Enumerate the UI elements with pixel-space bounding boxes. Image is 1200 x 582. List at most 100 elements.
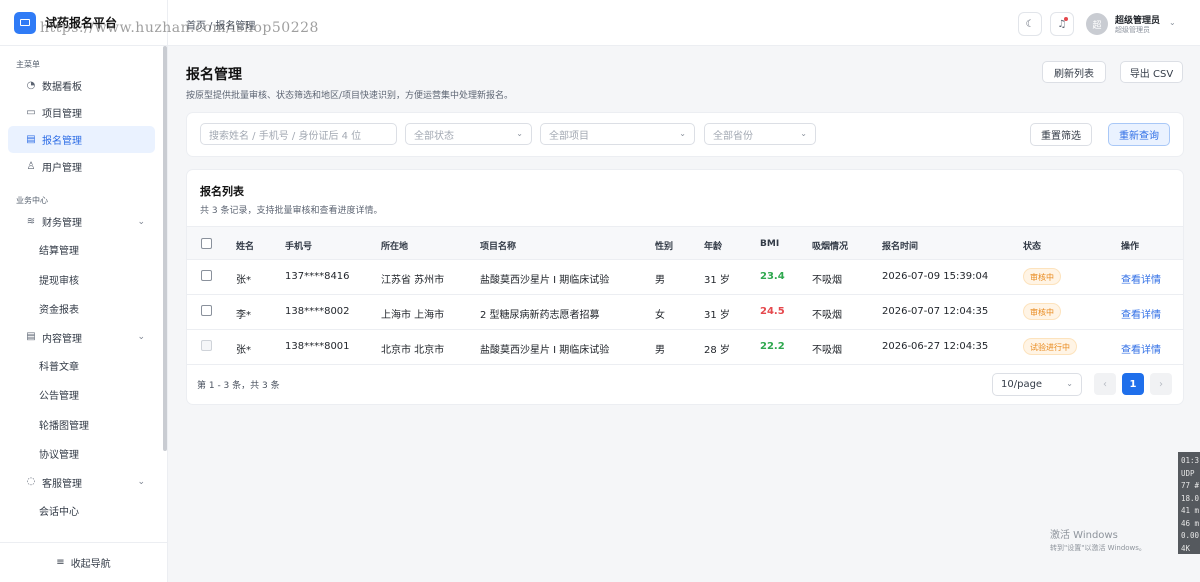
sidebar-subitem-articles[interactable]: 科普文章 <box>0 351 167 381</box>
sidebar-item-content[interactable]: ▤ 内容管理 ⌄ <box>8 324 155 351</box>
cell-age: 31 岁 <box>704 310 730 321</box>
column-header: 操作 <box>1121 242 1140 252</box>
view-details-link[interactable]: 查看详情 <box>1121 306 1161 321</box>
requery-button[interactable]: 重新查询 <box>1108 123 1170 146</box>
theme-toggle-button[interactable]: ☾ <box>1018 12 1042 36</box>
document-icon: ▤ <box>26 331 36 342</box>
export-csv-button[interactable]: 导出 CSV <box>1120 61 1183 83</box>
province-select-value: 全部省份 <box>713 130 753 142</box>
cell-smoking: 不吸烟 <box>812 275 842 286</box>
chevron-down-icon: ⌄ <box>137 332 145 342</box>
collapse-nav-button[interactable]: ≡ 收起导航 <box>0 542 167 582</box>
brand[interactable]: 试药报名平台 <box>0 0 167 46</box>
avatar[interactable]: 超 <box>1086 13 1108 35</box>
cell-bmi: 24.5 <box>760 306 785 317</box>
chevron-down-icon: ⌄ <box>679 129 686 138</box>
sidebar-item-label: 数据看板 <box>42 82 82 93</box>
column-header: 报名时间 <box>882 242 919 252</box>
overlay-line: 4K <box>1181 543 1191 553</box>
overlay-line: 77 # <box>1181 481 1200 490</box>
notifications-button[interactable]: ♫ <box>1050 12 1074 36</box>
row-checkbox[interactable] <box>201 270 212 281</box>
sidebar-subitem-banners[interactable]: 轮播图管理 <box>0 410 167 440</box>
chevron-down-icon[interactable]: ⌄ <box>1169 18 1176 27</box>
status-badge: 审核中 <box>1023 303 1061 320</box>
status-badge: 试验进行中 <box>1023 338 1077 355</box>
cell-project: 盐酸莫西沙星片 I 期临床试验 <box>480 275 610 286</box>
page-size-select[interactable]: 10/page ⌄ <box>992 373 1082 396</box>
table-row: 张* 138****8001 北京市 北京市 盐酸莫西沙星片 I 期临床试验 男… <box>187 330 1183 365</box>
cell-name: 张* <box>236 275 251 286</box>
user-role: 超级管理员 <box>1115 26 1150 34</box>
menu-icon: ≡ <box>56 557 65 568</box>
status-select[interactable]: 全部状态 ⌄ <box>405 123 532 145</box>
windows-watermark-line2: 转到"设置"以激活 Windows。 <box>1050 544 1146 552</box>
cell-location: 上海市 上海市 <box>381 310 445 321</box>
table-header: 姓名 手机号 所在地 项目名称 性别 年龄 BMI 吸烟情况 报名时间 状态 操… <box>187 226 1183 260</box>
column-header: 吸烟情况 <box>812 242 849 252</box>
cell-gender: 男 <box>655 345 665 356</box>
sidebar-subitem-announcements[interactable]: 公告管理 <box>0 380 167 410</box>
page-size-value: 10/page <box>1001 379 1043 390</box>
overlay-line: 0.00 <box>1181 531 1200 540</box>
page-1-button[interactable]: 1 <box>1122 373 1144 395</box>
column-header: 手机号 <box>285 242 313 252</box>
sidebar-subitem-funds-report[interactable]: 资金报表 <box>0 294 167 324</box>
cell-name: 李* <box>236 310 251 321</box>
cell-project: 盐酸莫西沙星片 I 期临床试验 <box>480 345 610 356</box>
dashboard-icon: ◔ <box>26 79 36 91</box>
search-input[interactable]: 搜索姓名 / 手机号 / 身份证后 4 位 <box>200 123 397 145</box>
prev-page-button[interactable]: ‹ <box>1094 373 1116 395</box>
select-all-checkbox[interactable] <box>201 238 212 249</box>
project-select[interactable]: 全部项目 ⌄ <box>540 123 695 145</box>
overlay-line: UDP <box>1181 468 1195 478</box>
view-details-link[interactable]: 查看详情 <box>1121 341 1161 356</box>
sidebar-item-users[interactable]: ♙ 用户管理 <box>8 153 155 180</box>
sidebar-subitem-withdrawal[interactable]: 提现审核 <box>0 265 167 295</box>
column-header: BMI <box>760 239 780 249</box>
sidebar-item-label: 报名管理 <box>42 136 82 147</box>
cell-bmi: 22.2 <box>760 341 785 352</box>
user-icon: ♙ <box>26 160 36 172</box>
overlay-line: 01:3 <box>1181 456 1200 465</box>
sidebar-item-finance[interactable]: ≋ 财务管理 ⌄ <box>8 208 155 235</box>
breadcrumb-home[interactable]: 首页 <box>186 21 206 32</box>
cell-location: 北京市 北京市 <box>381 345 445 356</box>
sidebar-item-support[interactable]: ◌ 客服管理 ⌄ <box>8 469 155 496</box>
province-select[interactable]: 全部省份 ⌄ <box>704 123 816 145</box>
chevron-down-icon: ⌄ <box>516 129 523 138</box>
cell-name: 张* <box>236 345 251 356</box>
overlay-line: 46 m <box>1181 518 1200 528</box>
sidebar-scrollbar[interactable] <box>163 46 167 451</box>
column-header: 项目名称 <box>480 242 517 252</box>
sidebar-subitem-settlement[interactable]: 结算管理 <box>0 235 167 265</box>
column-header: 状态 <box>1023 242 1042 252</box>
sidebar-subitem-sessions[interactable]: 会话中心 <box>0 496 167 526</box>
view-details-link[interactable]: 查看详情 <box>1121 271 1161 286</box>
folder-icon: ▭ <box>26 106 36 118</box>
cell-age: 28 岁 <box>704 345 730 356</box>
status-badge: 审核中 <box>1023 268 1061 285</box>
sidebar-item-projects[interactable]: ▭ 项目管理 <box>8 99 155 126</box>
cell-time: 2026-07-07 12:04:35 <box>882 306 989 317</box>
cell-time: 2026-07-09 15:39:04 <box>882 271 989 282</box>
database-icon: ≋ <box>26 215 36 227</box>
pagination-summary: 第 1 - 3 条，共 3 条 <box>197 381 280 391</box>
brand-title: 试药报名平台 <box>45 16 118 30</box>
row-checkbox[interactable] <box>201 305 212 316</box>
sidebar-item-label: 客服管理 <box>42 478 82 490</box>
sidebar-item-dashboard[interactable]: ◔ 数据看板 <box>8 72 155 99</box>
refresh-list-button[interactable]: 刷新列表 <box>1042 61 1106 83</box>
search-placeholder: 搜索姓名 / 手机号 / 身份证后 4 位 <box>209 130 362 142</box>
sidebar-item-registrations[interactable]: ▤ 报名管理 <box>8 126 155 153</box>
sidebar-subitem-agreements[interactable]: 协议管理 <box>0 439 167 469</box>
next-page-button[interactable]: › <box>1150 373 1172 395</box>
sidebar-item-label: 内容管理 <box>42 333 82 345</box>
cell-phone: 138****8002 <box>285 306 350 317</box>
status-select-value: 全部状态 <box>414 130 454 142</box>
page-title: 报名管理 <box>186 67 242 83</box>
cell-phone: 137****8416 <box>285 271 350 282</box>
reset-filters-button[interactable]: 重置筛选 <box>1030 123 1092 146</box>
project-select-value: 全部项目 <box>549 130 589 142</box>
cell-bmi: 23.4 <box>760 271 785 282</box>
